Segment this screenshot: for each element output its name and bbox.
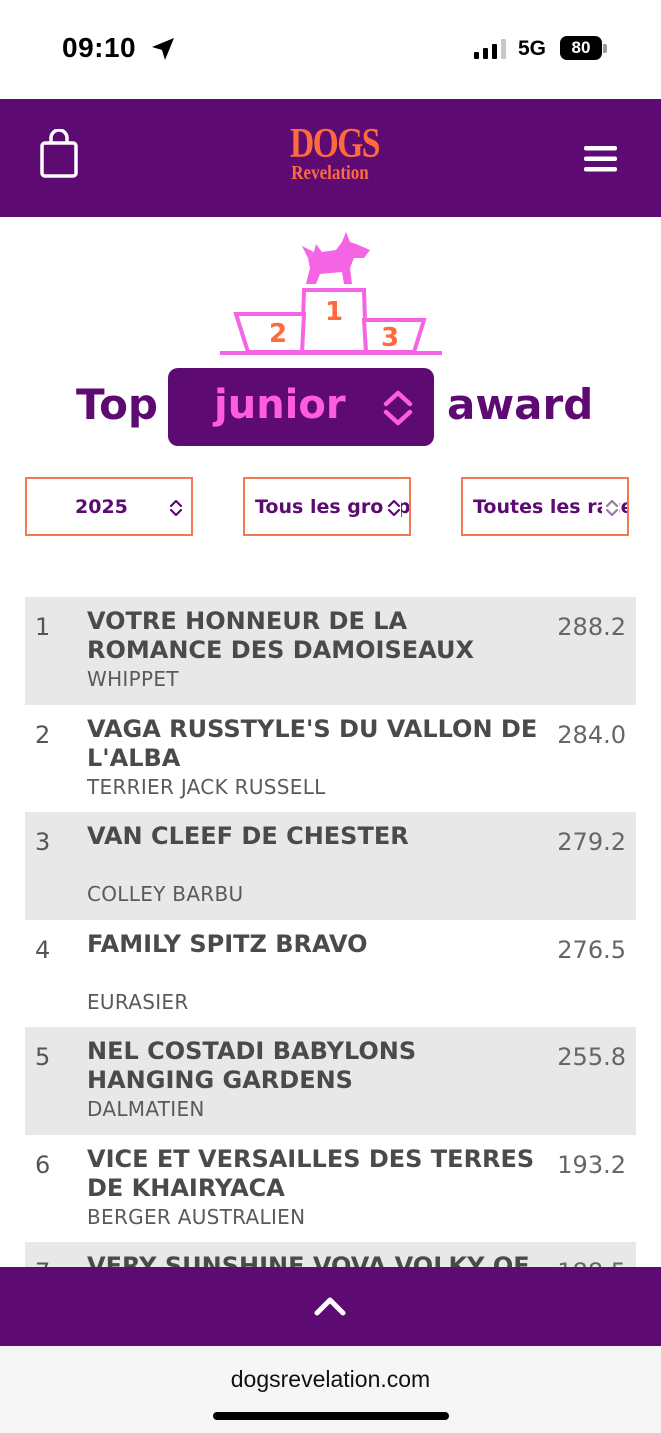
dog-name: VERY SUNSHINE VOVA VOLKY OF [87, 1252, 530, 1267]
breed-filter-select[interactable]: Toutes les races [461, 477, 629, 536]
award-type-value: junior [214, 382, 346, 428]
signal-bars-icon [474, 39, 508, 63]
heading-suffix: award [447, 380, 594, 429]
dog-name: FAMILY SPITZ BRAVO [87, 929, 368, 958]
logo-text-top: DOGS [290, 121, 380, 167]
rank-number: 3 [35, 828, 51, 856]
dog-name: VOTRE HONNEUR DE LA ROMANCE DES DAMOISEA… [87, 607, 474, 664]
dog-breed: TERRIER JACK RUSSELL [87, 774, 326, 799]
site-logo[interactable]: DOGS Revelation [280, 123, 380, 183]
battery-icon: 80 [560, 36, 602, 60]
status-bar: 09:10 5G 80 [0, 0, 661, 99]
dog-score: 279.2 [557, 828, 626, 856]
chevron-up-down-icon [602, 499, 619, 521]
ranking-row[interactable]: 2 VAGA RUSSTYLE'S DU VALLON DE L'ALBA TE… [25, 705, 636, 813]
rank-number: 1 [35, 613, 51, 641]
dog-breed: COLLEY BARBU [87, 882, 244, 906]
location-arrow-icon [150, 36, 176, 66]
podium-label-third: 3 [381, 323, 399, 353]
rank-number: 5 [35, 1043, 51, 1071]
ranking-row[interactable]: 5 NEL COSTADI BABYLONS HANGING GARDENS D… [25, 1027, 636, 1135]
chevron-up-down-icon [382, 390, 414, 430]
heading-prefix: Top [76, 380, 158, 429]
logo-text-bottom: Revelation [291, 162, 369, 184]
home-indicator[interactable] [213, 1412, 449, 1420]
dog-score: 288.2 [557, 613, 626, 641]
dog-name: VICE ET VERSAILLES DES TERRES DE KHAIRYA… [87, 1144, 535, 1202]
status-time: 09:10 [62, 32, 137, 63]
ranking-list: 1 VOTRE HONNEUR DE LA ROMANCE DES DAMOIS… [25, 597, 636, 1267]
ranking-row[interactable]: 7 VERY SUNSHINE VOVA VOLKY OF 188.5 [25, 1242, 636, 1267]
shopping-bag-icon[interactable] [38, 128, 80, 183]
group-filter-select[interactable]: Tous les groupes [243, 477, 411, 536]
dog-name: VAN CLEEF DE CHESTER [87, 822, 409, 850]
rank-number: 6 [35, 1150, 51, 1179]
ranking-row[interactable]: 6 VICE ET VERSAILLES DES TERRES DE KHAIR… [25, 1135, 636, 1243]
rank-number: 4 [35, 935, 51, 964]
ranking-row[interactable]: 4 FAMILY SPITZ BRAVO EURASIER 276.5 [25, 920, 636, 1028]
dog-breed: WHIPPET [87, 667, 179, 691]
dog-name: NEL COSTADI BABYLONS HANGING GARDENS [87, 1037, 417, 1094]
ranking-row[interactable]: 3 VAN CLEEF DE CHESTER COLLEY BARBU 279.… [25, 812, 636, 920]
dog-name: VAGA RUSSTYLE'S DU VALLON DE L'ALBA [87, 714, 538, 772]
back-to-top-button[interactable] [0, 1267, 661, 1346]
podium-label-second: 2 [269, 319, 287, 349]
podium-dog-icon: 1 2 3 [218, 228, 444, 362]
rank-number: 2 [35, 720, 51, 749]
network-type: 5G [518, 37, 547, 60]
battery-tip [603, 44, 607, 53]
chevron-up-down-icon [166, 499, 183, 521]
chevron-up-down-icon [384, 499, 401, 521]
dog-breed: DALMATIEN [87, 1097, 205, 1121]
dog-breed: EURASIER [87, 989, 189, 1014]
dog-breed: BERGER AUSTRALIEN [87, 1204, 306, 1229]
url-text: dogsrevelation.com [230, 1366, 431, 1392]
year-filter-select[interactable]: 2025 [25, 477, 193, 536]
podium-label-first: 1 [325, 297, 343, 327]
dog-score: 276.5 [557, 935, 626, 964]
award-type-select[interactable]: junior [168, 368, 434, 446]
rank-number: 7 [35, 1258, 50, 1267]
ranking-row[interactable]: 1 VOTRE HONNEUR DE LA ROMANCE DES DAMOIS… [25, 597, 636, 705]
browser-address-bar[interactable]: dogsrevelation.com [0, 1346, 661, 1433]
dog-score: 188.5 [557, 1258, 626, 1267]
chevron-up-icon [313, 1295, 347, 1321]
dog-score: 255.8 [557, 1043, 626, 1071]
dog-score: 284.0 [557, 720, 626, 749]
hamburger-menu-icon[interactable] [584, 146, 618, 176]
site-header: DOGS Revelation [0, 99, 661, 217]
year-filter-value: 2025 [75, 496, 128, 518]
dog-score: 193.2 [557, 1150, 626, 1179]
